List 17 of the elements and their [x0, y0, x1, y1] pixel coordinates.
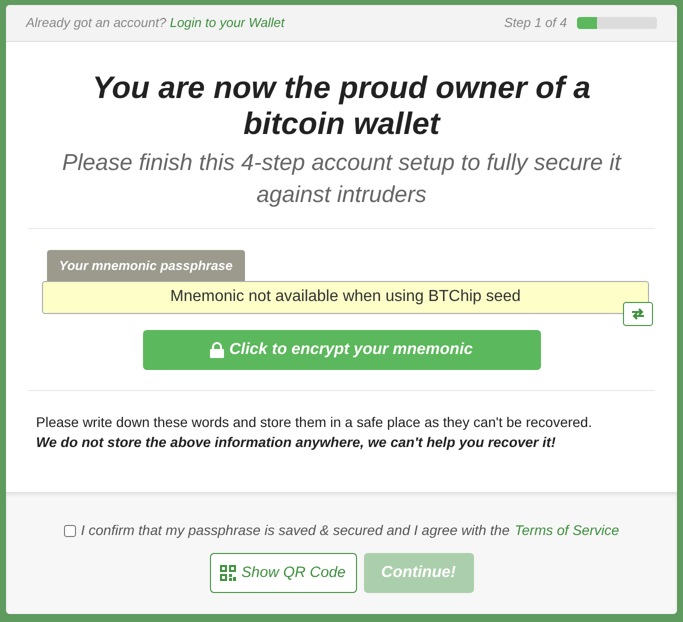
confirm-text: I confirm that my passphrase is saved & secured and I agree with the: [80, 521, 510, 540]
page-title: You are now the proud owner of a bitcoin wallet: [91, 70, 592, 142]
page-subtitle: Please finish this 4-step account setup to fully secure it against intruders: [61, 148, 623, 209]
account-prompt: Already got an account?: [26, 15, 166, 30]
login-link[interactable]: Login to your Wallet: [170, 15, 285, 30]
security-warning: We do not store the above information anywhere, we can't help you recover it!: [35, 432, 557, 452]
mnemonic-field[interactable]: Mnemonic not available when using BTChip seed: [42, 280, 649, 314]
terms-link[interactable]: Terms of Service: [514, 520, 620, 541]
swap-button[interactable]: [623, 302, 653, 326]
step-label: Step 1 of 4: [504, 14, 567, 32]
encrypt-button[interactable]: Click to encrypt your mnemonic: [142, 330, 540, 370]
lock-icon: [210, 342, 224, 358]
qr-code-icon: [220, 565, 236, 581]
confirm-checkbox[interactable]: [64, 524, 76, 536]
swap-arrows-icon: [630, 308, 646, 320]
show-qr-button[interactable]: Show QR Code: [210, 553, 356, 593]
backup-notice: Please write down these words and store them in a safe place as they can't be recovered.: [35, 412, 593, 432]
